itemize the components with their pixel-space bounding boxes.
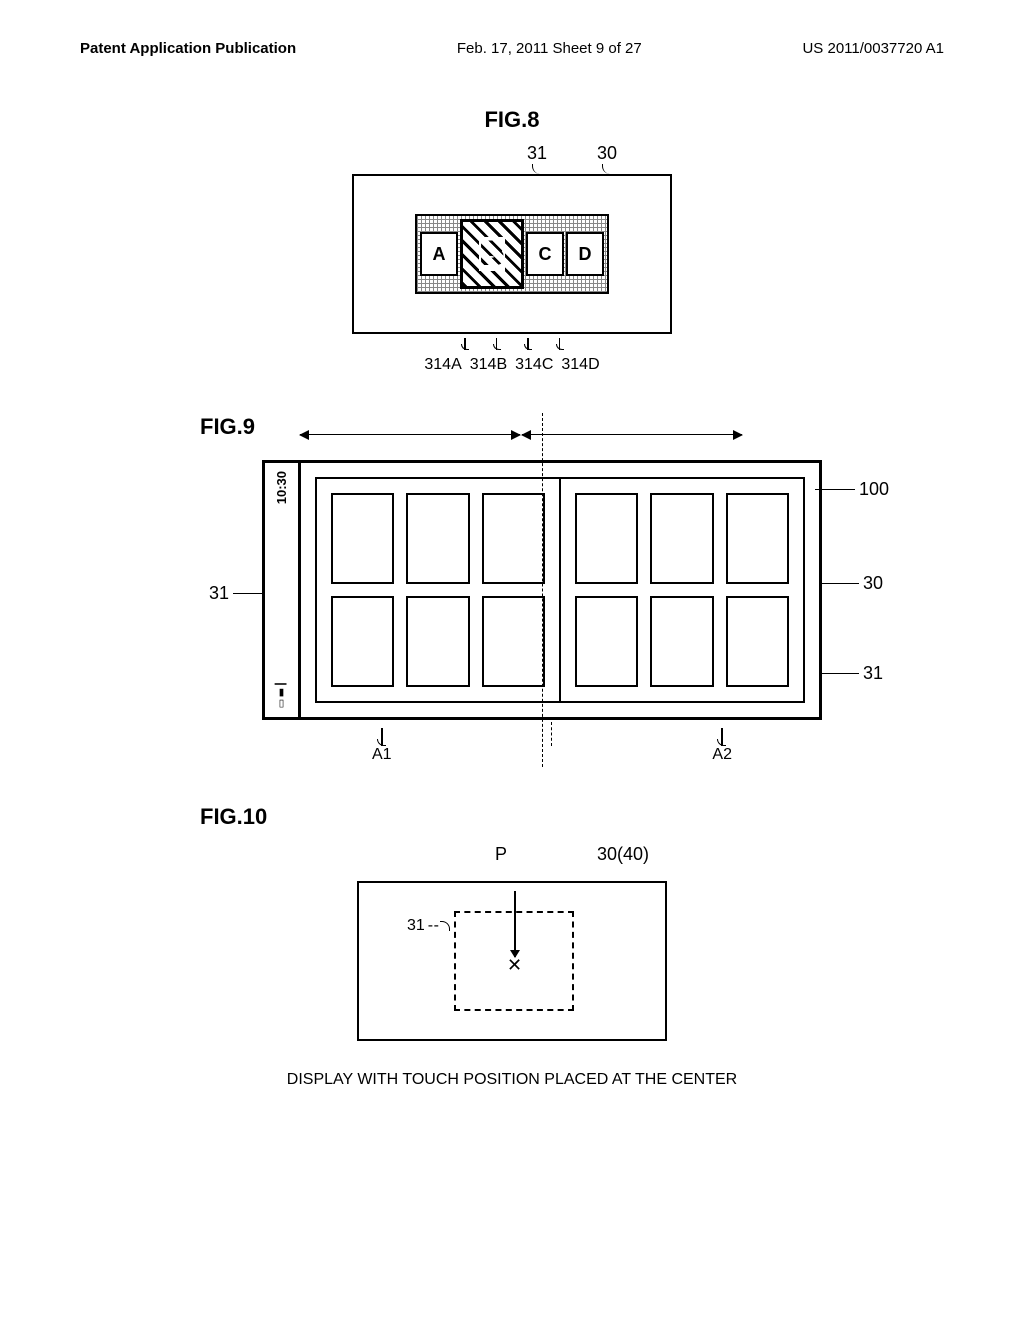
fig9-icon	[482, 493, 545, 584]
figure-10: FIG.10 P 30(40) ✕ 31 - - DISPLAY WITH TO…	[60, 804, 964, 1089]
fig9-screen	[301, 463, 819, 717]
fig10-ref-31: 31 - -	[407, 917, 450, 935]
fig10-caption: DISPLAY WITH TOUCH POSITION PLACED AT TH…	[287, 1071, 737, 1089]
figure-9: FIG.9 10:30 ▯▮┃	[60, 414, 964, 764]
fig10-label: FIG.10	[200, 804, 267, 830]
fig9-icon	[331, 596, 394, 687]
fig8-ref-30: 30	[597, 143, 617, 164]
fig8-cell-d: D	[566, 232, 604, 276]
fig9-label-a1: A1	[372, 746, 392, 764]
fig8-cell-b: B	[460, 219, 524, 289]
fig9-bottom-labels: A1 A2	[292, 728, 812, 764]
fig9-icon	[726, 596, 789, 687]
fig9-label: FIG.9	[200, 414, 964, 440]
fig9-icon	[650, 596, 713, 687]
fig8-ref-31: 31	[527, 143, 547, 164]
fig9-status-bar: 10:30 ▯▮┃	[265, 463, 301, 717]
fig10-ref-30-40: 30(40)	[597, 844, 649, 865]
fig8-top-leader-lines	[532, 164, 612, 174]
fig9-icon	[406, 493, 469, 584]
fig8-label: FIG.8	[484, 107, 539, 133]
fig9-ref-30: 30	[819, 573, 883, 594]
fig8-strip: A B C D	[415, 214, 609, 294]
fig9-panel-a1	[315, 477, 561, 703]
fig10-outer-box: ✕ 31 - -	[357, 881, 667, 1041]
fig9-signal-icon: ▯▮┃	[276, 681, 287, 709]
fig9-icon	[575, 596, 638, 687]
fig8-label-314b: 314B	[470, 356, 507, 374]
fig9-icon	[650, 493, 713, 584]
fig9-top-arrows	[300, 434, 742, 435]
fig9-ref-100: 100	[815, 479, 889, 500]
fig9-device: 10:30 ▯▮┃	[262, 460, 822, 720]
fig8-label-314a: 314A	[424, 356, 461, 374]
fig9-label-a2: A2	[712, 746, 732, 764]
header-left: Patent Application Publication	[80, 40, 296, 57]
header-right: US 2011/0037720 A1	[802, 40, 944, 57]
figure-8: FIG.8 31 30 A B C D 314A 314B 314C 314D	[60, 107, 964, 374]
fig9-icon	[482, 596, 545, 687]
fig8-bottom-labels: 314A 314B 314C 314D	[424, 356, 599, 374]
page-header: Patent Application Publication Feb. 17, …	[60, 40, 964, 57]
fig10-touch-point: ✕	[507, 955, 522, 976]
fig9-ref-31-right: 31	[819, 663, 883, 684]
fig8-label-314c: 314C	[515, 356, 553, 374]
fig9-time: 10:30	[274, 471, 289, 504]
fig8-top-refs: 31 30	[527, 143, 617, 164]
fig8-cell-a: A	[420, 232, 458, 276]
fig10-ref-p: P	[495, 844, 507, 865]
fig9-panel-a2	[559, 477, 805, 703]
fig8-label-314d: 314D	[561, 356, 599, 374]
fig9-icon	[726, 493, 789, 584]
fig9-icon	[406, 596, 469, 687]
fig9-icon	[331, 493, 394, 584]
fig8-cell-c: C	[526, 232, 564, 276]
fig8-bottom-ticks	[464, 338, 560, 350]
fig10-top-refs: P 30(40)	[495, 844, 649, 865]
fig8-outer-box: A B C D	[352, 174, 672, 334]
fig9-ref-31-left: 31	[209, 583, 263, 604]
fig9-icon	[575, 493, 638, 584]
header-mid: Feb. 17, 2011 Sheet 9 of 27	[457, 40, 642, 57]
